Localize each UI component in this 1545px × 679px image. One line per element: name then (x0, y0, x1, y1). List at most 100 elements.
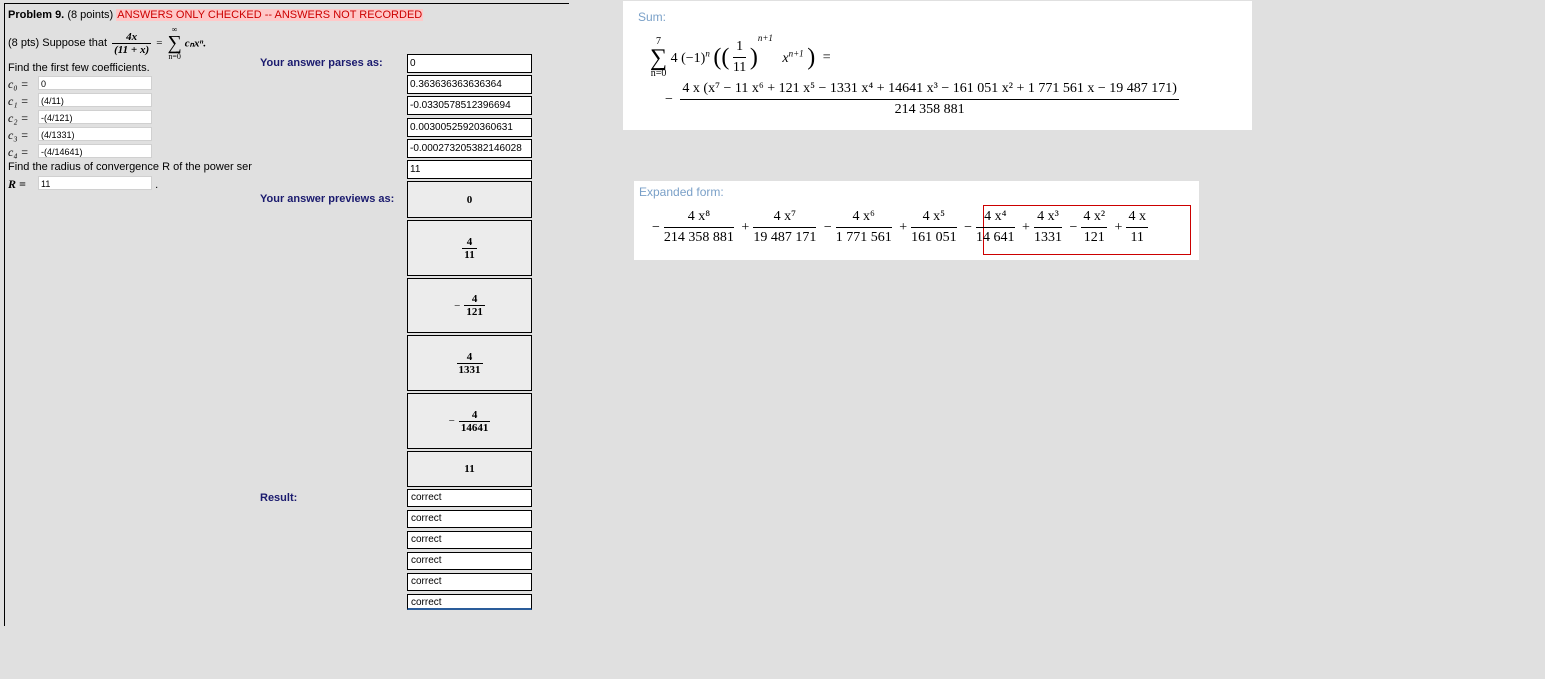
preview-value: 0 (466, 193, 473, 206)
term-op: − (823, 219, 832, 235)
term-op: + (899, 219, 908, 235)
coef-row-c4: c₄ = -(4/14641) (8, 144, 152, 160)
expanded-term: 4 x² 121 (1081, 209, 1108, 246)
parses-label: Your answer parses as: (260, 57, 383, 69)
coef-label: c₂ = (8, 111, 29, 125)
expanded-term: 4 x⁶ 1 771 561 (835, 209, 892, 246)
preview-numerator: 4 (462, 236, 477, 249)
expanded-term: 4 x⁵ 161 051 (911, 209, 957, 246)
preview-denominator: 121 (466, 306, 483, 318)
coef-input-c1[interactable]: (4/11) (38, 93, 152, 107)
statement-prefix: (8 pts) Suppose that (8, 37, 108, 49)
term-numerator: 4 x⁴ (976, 209, 1015, 228)
problem-points: (8 points) (67, 9, 114, 21)
parsed-answer-2: 0.363636363636364 (407, 75, 532, 94)
sigma-icon: ∑ (650, 44, 668, 71)
expanded-expression: −4 x⁸ 214 358 881 +4 x⁷ 19 487 171 −4 x⁶ 1 … (652, 209, 1148, 246)
sum-card-title: Sum: (638, 10, 667, 24)
preview-answer-3: − 4 121 (407, 278, 532, 333)
preview-value: 11 (464, 463, 475, 475)
expanded-term: 4 x⁸ 214 358 881 (663, 209, 734, 246)
term-op: − (652, 219, 660, 235)
sum-expression: 7 ∑ n=0 4 (−1)n (( 1 11 )n+1 xn+1 ) = (650, 33, 831, 79)
sum-term: cₙxⁿ. (184, 37, 207, 50)
preview-fraction: 4 121 (464, 293, 485, 318)
coef-label: c₃ = (8, 128, 29, 142)
coef-label: c₁ = (8, 94, 29, 108)
term-denominator: 14 641 (976, 230, 1015, 245)
radius-input[interactable]: 11 (38, 176, 152, 190)
sigma-icon: ∑ (167, 32, 182, 54)
preview-answer-5: − 4 14641 (407, 393, 532, 449)
sum-factor: 4 (−1)n (670, 48, 710, 67)
problem-statement: (8 pts) Suppose that 4x (11 + x) = ∞ ∑ n… (8, 25, 206, 61)
preview-numerator: 4 (458, 409, 491, 422)
right-paren-icon: ) (807, 44, 816, 71)
term-numerator: 4 x⁸ (663, 209, 734, 228)
term-op: + (1114, 219, 1123, 235)
fraction-numerator: 4x (112, 31, 152, 44)
radius-label: R = (8, 177, 26, 191)
preview-denominator: 14641 (460, 421, 489, 434)
result-2: correct (407, 510, 532, 528)
inner-exp: n+1 (757, 33, 773, 43)
term-denominator: 19 487 171 (753, 230, 817, 245)
term-numerator: 4 x⁷ (753, 209, 817, 228)
parsed-answer-3: -0.0330578512396694 (407, 96, 532, 115)
sum-equals: = (822, 49, 831, 65)
parsed-answer-5: -0.000273205382146028 (407, 139, 532, 158)
radius-row: R = 11 . (8, 176, 158, 192)
left-paren-icon: (( (713, 44, 730, 71)
expanded-card-title: Expanded form: (639, 185, 724, 199)
coef-input-c2[interactable]: -(4/121) (38, 110, 152, 124)
coef-input-c4[interactable]: -(4/14641) (38, 144, 152, 158)
expanded-term: 4 x 11 (1126, 209, 1148, 246)
result-5: correct (407, 573, 532, 591)
preview-numerator: 4 (464, 293, 485, 306)
parsed-answer-6: 11 (407, 160, 532, 179)
preview-denominator: 11 (464, 248, 475, 261)
find-coefficients-text: Find the first few coefficients. (8, 62, 150, 74)
coef-row-c3: c₃ = (4/1331) (8, 127, 152, 143)
sum-sigma: 7 ∑ n=0 (650, 36, 668, 79)
term-op: + (741, 219, 750, 235)
sum-inner-fraction: 1 11 (732, 39, 747, 76)
problem-panel: Problem 9. (8 points) ANSWERS ONLY CHECK… (4, 3, 569, 626)
coef-row-c1: c₁ = (4/11) (8, 93, 152, 109)
result-6: correct (407, 594, 532, 610)
problem-header: Problem 9. (8 points) ANSWERS ONLY CHECK… (8, 9, 424, 21)
preview-fraction: 4 11 (462, 236, 477, 261)
coef-label: c₄ = (8, 145, 29, 159)
term-numerator: 4 x (1126, 209, 1148, 228)
preview-answer-2: 4 11 (407, 220, 532, 276)
sum-result-sign: − (665, 91, 673, 107)
statement-equals: = (156, 37, 163, 49)
inner-denominator: 11 (732, 60, 747, 76)
preview-answer-6: 11 (407, 451, 532, 487)
preview-sign: − (448, 415, 455, 427)
inner-numerator: 1 (732, 39, 747, 59)
preview-answer-1: 0 (407, 181, 532, 218)
coef-label: c₀ = (8, 77, 29, 91)
previews-label: Your answer previews as: (260, 193, 395, 205)
sum-result-fraction: 4 x (x⁷ − 11 x⁶ + 121 x⁵ − 1331 x⁴ + 146… (680, 81, 1179, 118)
term-op: − (1069, 219, 1078, 235)
summation-symbol: ∞ ∑ n=0 (167, 25, 181, 61)
term-denominator: 11 (1130, 230, 1144, 245)
result-label: Result: (260, 492, 298, 504)
sum-result-denominator: 214 358 881 (894, 102, 965, 117)
term-denominator: 1331 (1033, 230, 1062, 245)
expanded-card: Expanded form: −4 x⁸ 214 358 881 +4 x⁷ 19 … (634, 181, 1199, 260)
coef-input-c0[interactable]: 0 (38, 76, 152, 90)
preview-sign: − (454, 299, 461, 312)
term-numerator: 4 x⁵ (911, 209, 957, 228)
sum-factor-base: 4 (−1) (670, 51, 706, 67)
find-radius-text: Find the radius of convergence R of the … (8, 161, 252, 173)
problem-number: Problem 9. (8, 9, 65, 21)
right-paren-icon: ) (749, 44, 758, 71)
term-op: + (1022, 219, 1030, 235)
sum-lower-limit: n=0 (168, 52, 181, 61)
term-numerator: 4 x² (1081, 209, 1108, 228)
coef-input-c3[interactable]: (4/1331) (38, 127, 152, 141)
statement-fraction: 4x (11 + x) (112, 31, 152, 56)
